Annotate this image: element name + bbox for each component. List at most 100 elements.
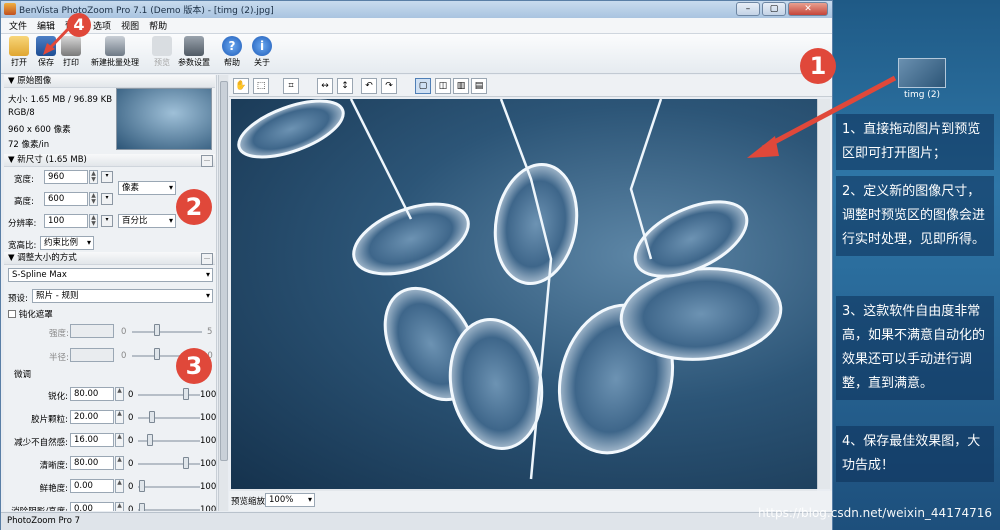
fine-value-input[interactable]: 80.00	[70, 456, 114, 470]
menu-help[interactable]: 帮助	[149, 19, 167, 32]
height-input[interactable]: 600	[44, 192, 88, 206]
view-stack-button[interactable]: ▤	[471, 78, 487, 94]
zoom-select[interactable]: 100%	[265, 493, 315, 507]
fine-value-input[interactable]: 0.00	[70, 479, 114, 493]
sharpen-header[interactable]: 钝化遮罩	[8, 308, 53, 320]
maximize-button[interactable]: ▢	[762, 2, 786, 16]
method-select[interactable]: S-Spline Max	[8, 268, 213, 282]
preview-area[interactable]	[231, 99, 817, 489]
sharpen-checkbox[interactable]	[8, 310, 16, 318]
close-button[interactable]: ✕	[788, 2, 828, 16]
aspect-select[interactable]: 约束比例	[40, 236, 94, 250]
newsize-header[interactable]: ▼ 新尺寸 (1.65 MB)	[4, 154, 215, 167]
resize-header[interactable]: ▼ 调整大小的方式	[4, 252, 215, 265]
panel-scroll-thumb[interactable]	[220, 81, 228, 461]
open-button[interactable]: 打开	[4, 36, 34, 68]
view-split-button[interactable]: ◫	[435, 78, 451, 94]
strength-slider[interactable]	[132, 331, 202, 333]
settings-button[interactable]: 参数设置	[176, 36, 212, 68]
zoom-bar: 预览缩放: 100%	[229, 491, 832, 511]
fine-value-input[interactable]: 20.00	[70, 410, 114, 424]
strength-max: 5	[207, 327, 213, 337]
radius-input[interactable]	[70, 348, 114, 362]
fine-spinner[interactable]: ▲	[115, 479, 124, 493]
fine-slider[interactable]	[138, 463, 200, 465]
fine-slider-thumb[interactable]	[183, 457, 189, 469]
resolution-input[interactable]: 100	[44, 214, 88, 228]
tip-1: 1、直接拖动图片到预览区即可打开图片；	[836, 114, 994, 170]
width-spinner[interactable]: ▲ ▼	[89, 170, 98, 184]
fine-min: 0	[128, 436, 134, 446]
help-button[interactable]: ? 帮助	[217, 36, 247, 68]
fit-height-button[interactable]: ↕	[337, 78, 353, 94]
fine-slider-thumb[interactable]	[149, 411, 155, 423]
about-button[interactable]: i 关于	[247, 36, 277, 68]
strength-thumb[interactable]	[154, 324, 160, 336]
fine-label: 消除阴影/高度:	[8, 505, 68, 511]
fine-header: 微调	[14, 370, 32, 380]
database-icon	[105, 36, 125, 56]
app-window: BenVista PhotoZoom Pro 7.1 (Demo 版本) - […	[0, 0, 833, 530]
newsize-more-button[interactable]: …	[201, 155, 213, 167]
fine-value-input[interactable]: 16.00	[70, 433, 114, 447]
fine-slider[interactable]	[138, 509, 200, 511]
size-unit-select[interactable]: 像素	[118, 181, 176, 195]
window-title: BenVista PhotoZoom Pro 7.1 (Demo 版本) - […	[19, 6, 274, 16]
fine-label: 锐化:	[48, 392, 68, 402]
resolution-spinner[interactable]: ▲ ▼	[89, 214, 98, 228]
hand-tool-button[interactable]: ✋	[233, 78, 249, 94]
fine-spinner[interactable]: ▲	[115, 502, 124, 511]
res-unit-select[interactable]: 百分比	[118, 214, 176, 228]
fine-spinner[interactable]: ▲	[115, 456, 124, 470]
panel-scrollbar[interactable]	[218, 75, 228, 511]
fine-slider[interactable]	[138, 486, 200, 488]
width-dropdown-button[interactable]: ▾	[101, 171, 113, 183]
height-label: 高度:	[14, 197, 34, 207]
select-tool-button[interactable]: ⬚	[253, 78, 269, 94]
width-input[interactable]: 960	[44, 170, 88, 184]
view-single-button[interactable]: ▢	[415, 78, 431, 94]
fine-slider-thumb[interactable]	[183, 388, 189, 400]
fine-slider-thumb[interactable]	[139, 480, 145, 492]
tip-4: 4、保存最佳效果图，大功告成！	[836, 426, 994, 482]
monitor-icon	[152, 36, 172, 56]
radius-thumb[interactable]	[154, 348, 160, 360]
fine-min: 0	[128, 482, 134, 492]
radius-label: 半径:	[49, 353, 69, 363]
title-bar: BenVista PhotoZoom Pro 7.1 (Demo 版本) - […	[1, 1, 832, 18]
strength-label: 强度:	[49, 329, 69, 339]
view-side-button[interactable]: ▥	[453, 78, 469, 94]
strength-input[interactable]	[70, 324, 114, 338]
strength-min: 0	[121, 327, 127, 337]
tip-3: 3、这款软件自由度非常高，如果不满意自动化的效果还可以手动进行调整，直到满意。	[836, 296, 994, 400]
fit-width-button[interactable]: ↔	[317, 78, 333, 94]
fine-value-input[interactable]: 80.00	[70, 387, 114, 401]
desktop-file-icon[interactable]: timg (2)	[897, 58, 947, 100]
tip-2: 2、定义新的图像尺寸，调整时预览区的图像会进行实时处理，见即所得。	[836, 176, 994, 256]
fine-max: 100	[200, 482, 217, 492]
crop-tool-button[interactable]: ⌗	[283, 78, 299, 94]
minimize-button[interactable]: –	[736, 2, 760, 16]
preview-button[interactable]: 预览	[147, 36, 177, 68]
fine-slider[interactable]	[138, 417, 200, 419]
original-header[interactable]: ▼ 原始图像	[4, 75, 215, 88]
fine-slider[interactable]	[138, 394, 200, 396]
fine-value-input[interactable]: 0.00	[70, 502, 114, 511]
fine-spinner[interactable]: ▲	[115, 410, 124, 424]
menu-view[interactable]: 视图	[121, 19, 139, 32]
fine-spinner[interactable]: ▲	[115, 387, 124, 401]
preset-select[interactable]: 照片 - 规则	[32, 289, 213, 303]
resize-more-button[interactable]: …	[201, 253, 213, 265]
fine-min: 0	[128, 505, 134, 511]
rotate-left-button[interactable]: ↶	[361, 78, 377, 94]
height-dropdown-button[interactable]: ▾	[101, 193, 113, 205]
res-dropdown-button[interactable]: ▾	[101, 215, 113, 227]
fine-slider-thumb[interactable]	[147, 434, 153, 446]
height-spinner[interactable]: ▲ ▼	[89, 192, 98, 206]
fine-slider-thumb[interactable]	[139, 503, 145, 511]
menu-file[interactable]: 文件	[9, 19, 27, 32]
rotate-right-button[interactable]: ↷	[381, 78, 397, 94]
settings-panel: ▼ 原始图像 大小: 1.65 MB / 96.89 KB RGB/8 960 …	[4, 75, 217, 511]
fine-spinner[interactable]: ▲	[115, 433, 124, 447]
fine-max: 100	[200, 505, 217, 511]
